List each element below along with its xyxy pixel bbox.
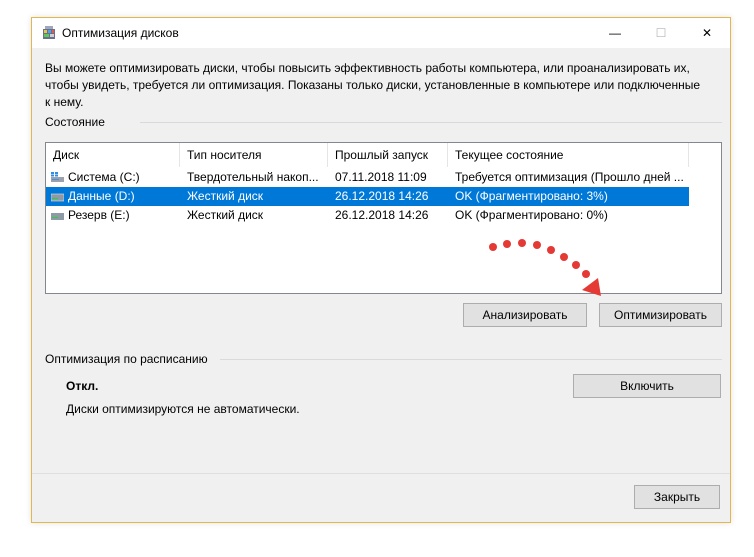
- annotation-dot: [547, 246, 555, 254]
- annotation-arrowhead: [582, 278, 601, 296]
- annotation-dot: [560, 253, 568, 261]
- annotation-dot: [572, 261, 580, 269]
- annotation-dot: [533, 241, 541, 249]
- annotation-dot: [503, 240, 511, 248]
- annotation-dot: [518, 239, 526, 247]
- annotation-arrow-dots: [489, 239, 601, 296]
- annotation-dot: [489, 243, 497, 251]
- annotation-dot: [582, 270, 590, 278]
